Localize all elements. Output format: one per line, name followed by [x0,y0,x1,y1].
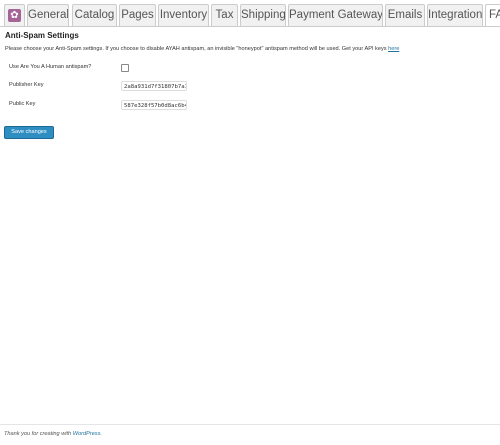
use-ayah-checkbox[interactable] [121,64,129,72]
tab-general[interactable]: General [27,4,69,26]
publisher-key-label: Publisher Key [9,82,44,88]
tab-integration[interactable]: Integration [427,4,483,26]
settings-tabbar: ✿ General Catalog Pages Inventory Tax Sh… [0,0,500,27]
public-key-label: Public Key [9,101,36,107]
woocommerce-logo: ✿ [8,9,21,22]
wordpress-link[interactable]: WordPress [73,431,101,437]
tab-tax[interactable]: Tax [211,4,238,26]
tab-pages[interactable]: Pages [119,4,156,26]
save-changes-button[interactable]: Save changes [4,126,54,139]
tab-fa-active[interactable]: FA [485,4,500,26]
footer-text: Thank you for creating with [4,431,72,437]
admin-footer: Thank you for creating with WordPress. [4,431,102,437]
footer-divider [0,424,500,425]
woocommerce-gear-icon: ✿ [10,10,19,21]
publisher-key-input[interactable]: 2a8a931d7f31807b7a1 [121,81,187,91]
public-key-input[interactable]: 587e328f57b0d8ac6b4 [121,100,187,110]
woocommerce-tab[interactable]: ✿ [4,4,25,26]
tab-catalog[interactable]: Catalog [72,4,117,26]
use-ayah-label: Use Are You A Human antispam? [9,64,92,70]
tab-inventory[interactable]: Inventory [158,4,209,26]
description-text: Please choose your Anti-Spam settings. I… [5,46,387,52]
api-keys-link[interactable]: here [388,46,399,52]
section-title: Anti-Spam Settings [5,31,79,40]
tab-shipping[interactable]: Shipping [240,4,286,26]
tab-emails[interactable]: Emails [385,4,425,26]
section-description: Please choose your Anti-Spam settings. I… [5,46,399,52]
footer-suffix: . [100,431,102,437]
tab-payment-gateways[interactable]: Payment Gateways [288,4,383,26]
